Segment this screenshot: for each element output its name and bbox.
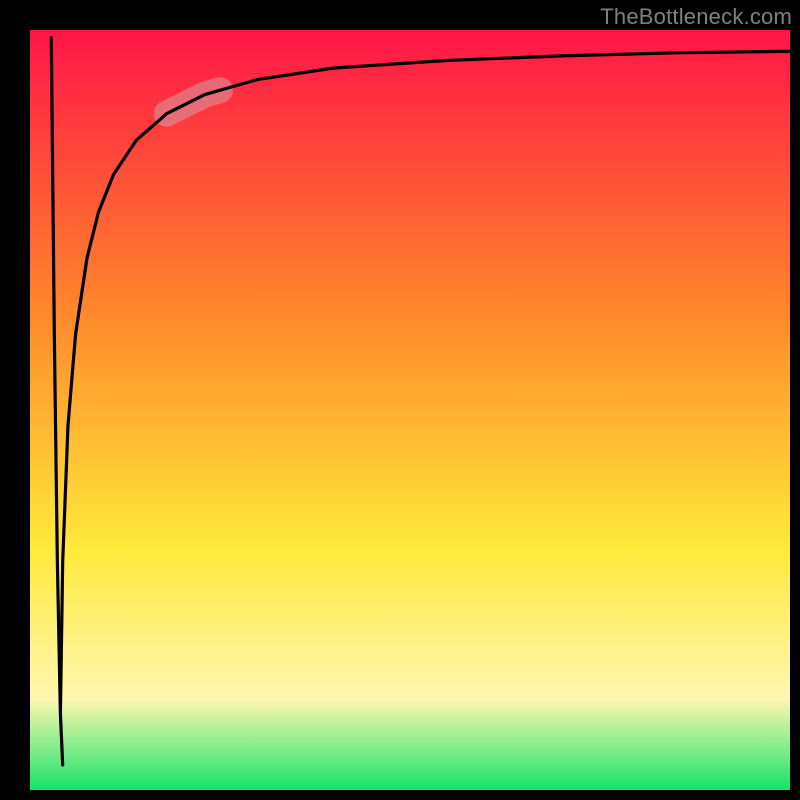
gradient-background <box>30 30 790 790</box>
watermark-label: TheBottleneck.com <box>600 4 792 30</box>
chart-stage: TheBottleneck.com <box>0 0 800 800</box>
bottleneck-chart <box>0 0 800 800</box>
